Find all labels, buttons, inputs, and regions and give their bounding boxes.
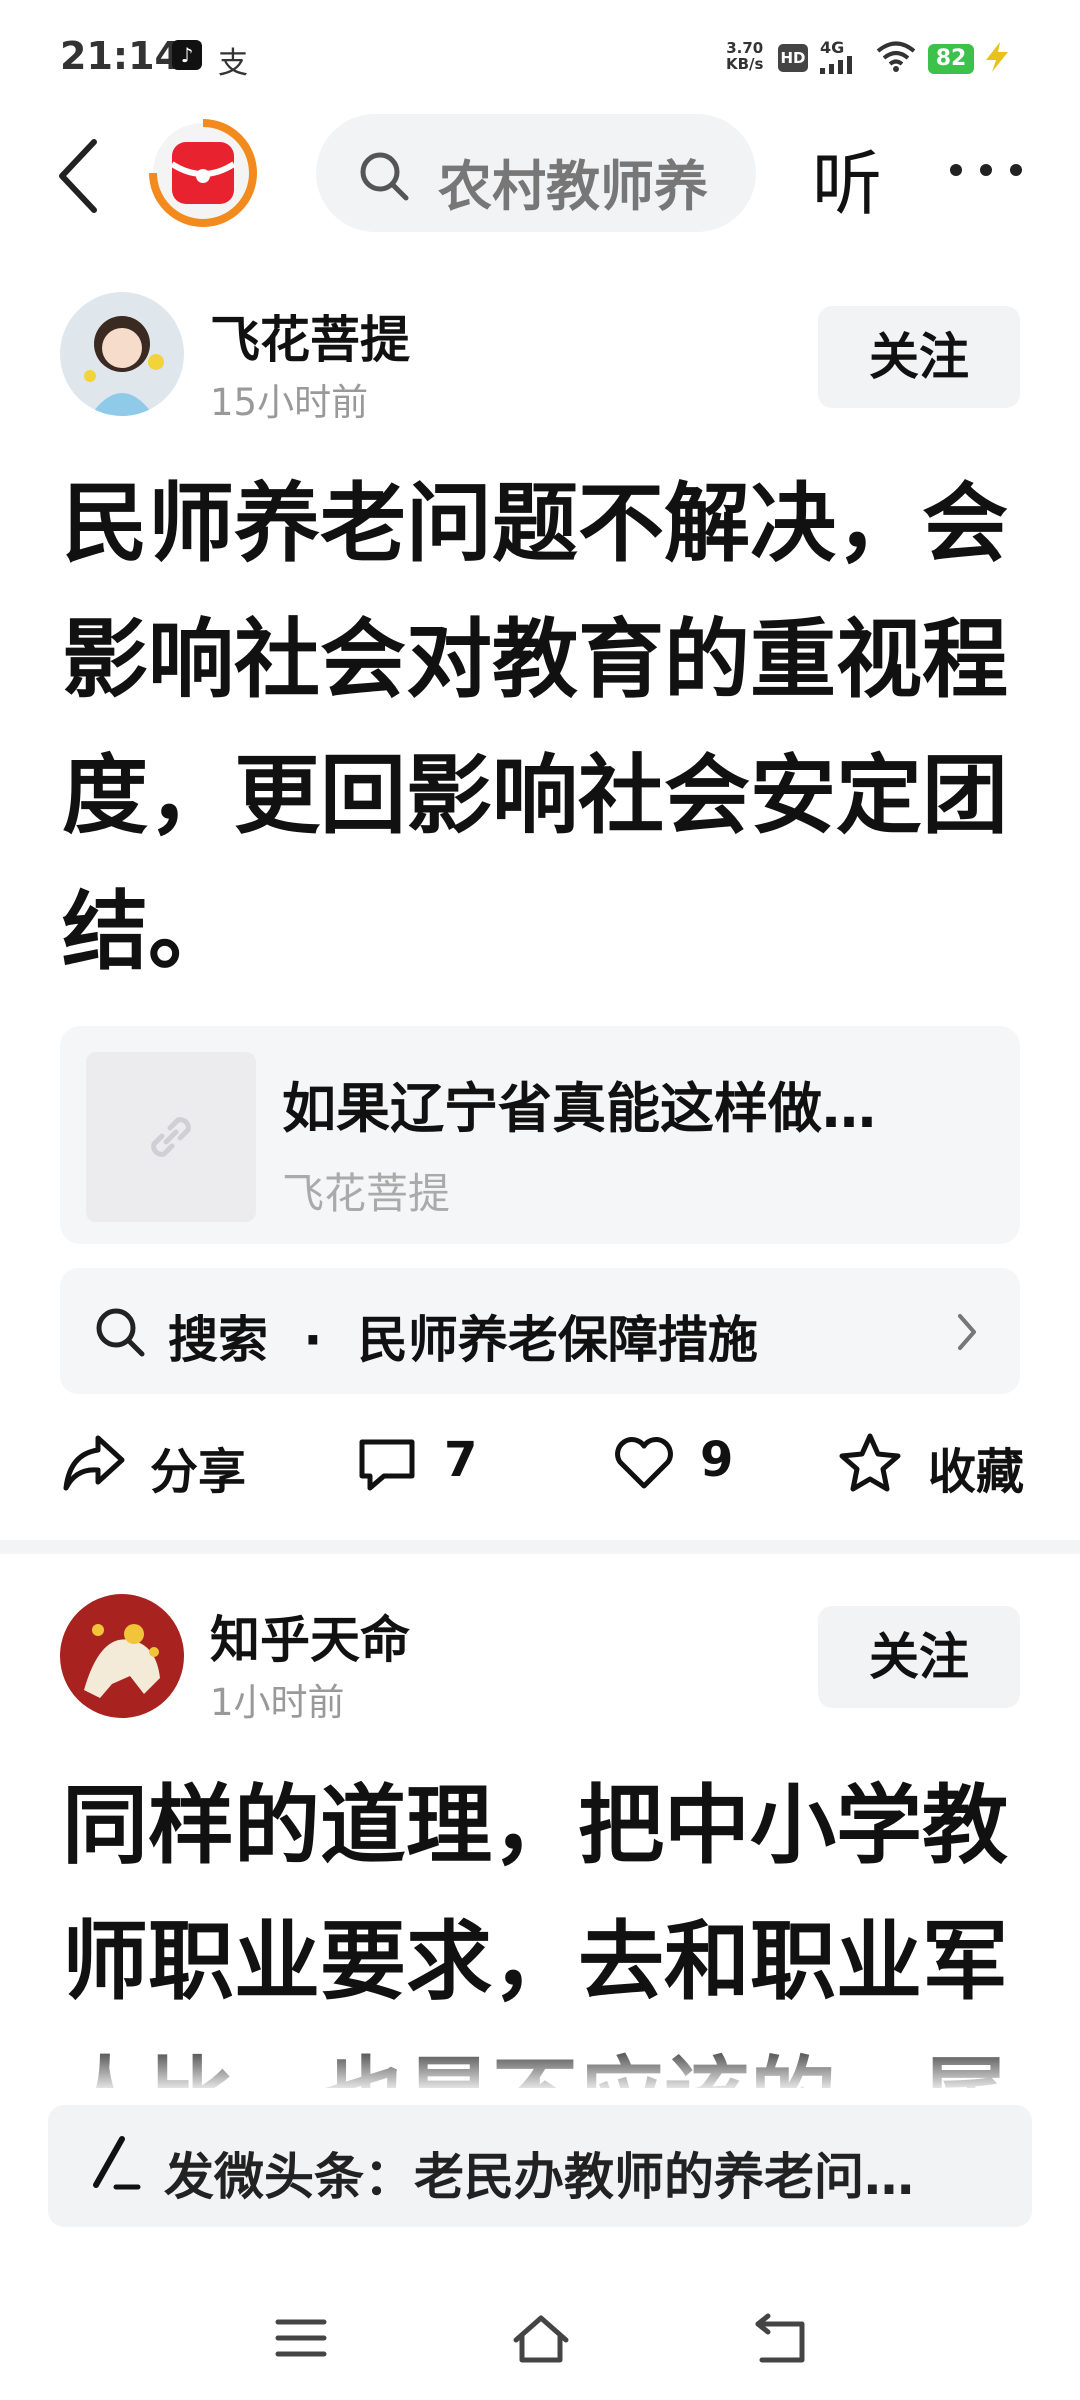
alipay-notification-icon: 支 (218, 46, 248, 81)
content-fade (0, 2035, 1080, 2095)
post-divider (0, 1540, 1080, 1554)
avatar[interactable] (60, 292, 184, 416)
post-time: 15小时前 (210, 381, 369, 424)
home-icon[interactable] (508, 2310, 574, 2366)
collect-label: 收藏 (928, 1444, 1025, 1500)
battery-level: 82 (928, 44, 974, 74)
pen-icon (93, 2136, 141, 2190)
network-speed: 3.70 KB/s (726, 40, 763, 72)
menu-icon[interactable] (268, 2310, 334, 2366)
share-button[interactable]: 分享 (62, 1418, 262, 1508)
comment-count: 7 (444, 1432, 478, 1488)
like-button[interactable]: 9 (612, 1418, 752, 1508)
search-query: 民师养老保障措施 (357, 1311, 758, 1369)
collect-button[interactable]: 收藏 (838, 1418, 1038, 1508)
back-icon[interactable] (50, 136, 110, 216)
listen-button[interactable]: 听 (812, 128, 882, 229)
link-card[interactable]: 如果辽宁省真能这样做… 飞花菩提 (60, 1026, 1020, 1244)
status-bar: 21:14 ♪ 支 3.70 KB/s HD 4G 82 (0, 0, 1080, 110)
network-speed-unit: KB/s (726, 55, 764, 73)
share-icon (63, 1435, 125, 1491)
author-name[interactable]: 知乎天命 (210, 1600, 410, 1672)
network-type: 4G (820, 38, 845, 57)
link-title: 如果辽宁省真能这样做… (282, 1077, 876, 1140)
search-icon (96, 1308, 145, 1357)
search-query-text: 农村教师养 (438, 155, 708, 218)
follow-button[interactable]: 关注 (818, 306, 1020, 408)
follow-button[interactable]: 关注 (818, 1606, 1020, 1708)
heart-icon (615, 1437, 673, 1489)
chevron-right-icon (958, 1314, 976, 1350)
compose-text: 发微头条：老民办教师的养老问… (164, 2148, 914, 2206)
related-search-bar[interactable]: 搜索 · 民师养老保障措施 (60, 1268, 1020, 1394)
related-search-text: 搜索 · 民师养老保障措施 (168, 1300, 758, 1372)
back-nav-icon[interactable] (748, 2310, 814, 2366)
douyin-notification-icon: ♪ (172, 40, 202, 70)
link-author: 飞花菩提 (282, 1169, 451, 1218)
status-time: 21:14 (60, 34, 181, 78)
system-navigation-bar (0, 2270, 1080, 2400)
search-input[interactable]: 农村教师养 (316, 114, 756, 232)
link-thumbnail (86, 1052, 256, 1222)
search-icon (360, 152, 409, 201)
post-time: 1小时前 (210, 1681, 345, 1724)
comment-button[interactable]: 7 (356, 1418, 496, 1508)
comment-icon (359, 1439, 415, 1491)
like-count: 9 (700, 1432, 734, 1488)
link-icon (151, 1117, 191, 1157)
compose-bar[interactable]: 发微头条：老民办教师的养老问… (48, 2105, 1032, 2227)
star-icon (839, 1433, 901, 1492)
red-packet-app-icon[interactable] (148, 118, 258, 228)
post-text[interactable]: 民师养老问题不解决，会影响社会对教育的重视程度，更回影响社会安定团结。 (62, 456, 1022, 1002)
search-separator: · (303, 1311, 323, 1369)
network-speed-value: 3.70 (726, 39, 764, 57)
search-prefix: 搜索 (168, 1311, 268, 1369)
wifi-icon (876, 41, 916, 72)
signal-icon (820, 56, 860, 74)
hd-icon: HD (778, 44, 808, 72)
author-name[interactable]: 飞花菩提 (210, 300, 410, 372)
share-label: 分享 (150, 1444, 247, 1500)
more-options-icon[interactable] (950, 164, 1022, 180)
charging-bolt-icon (986, 42, 1008, 72)
avatar[interactable] (60, 1594, 184, 1718)
post-actions: 分享 7 9 收藏 (0, 1418, 1080, 1508)
